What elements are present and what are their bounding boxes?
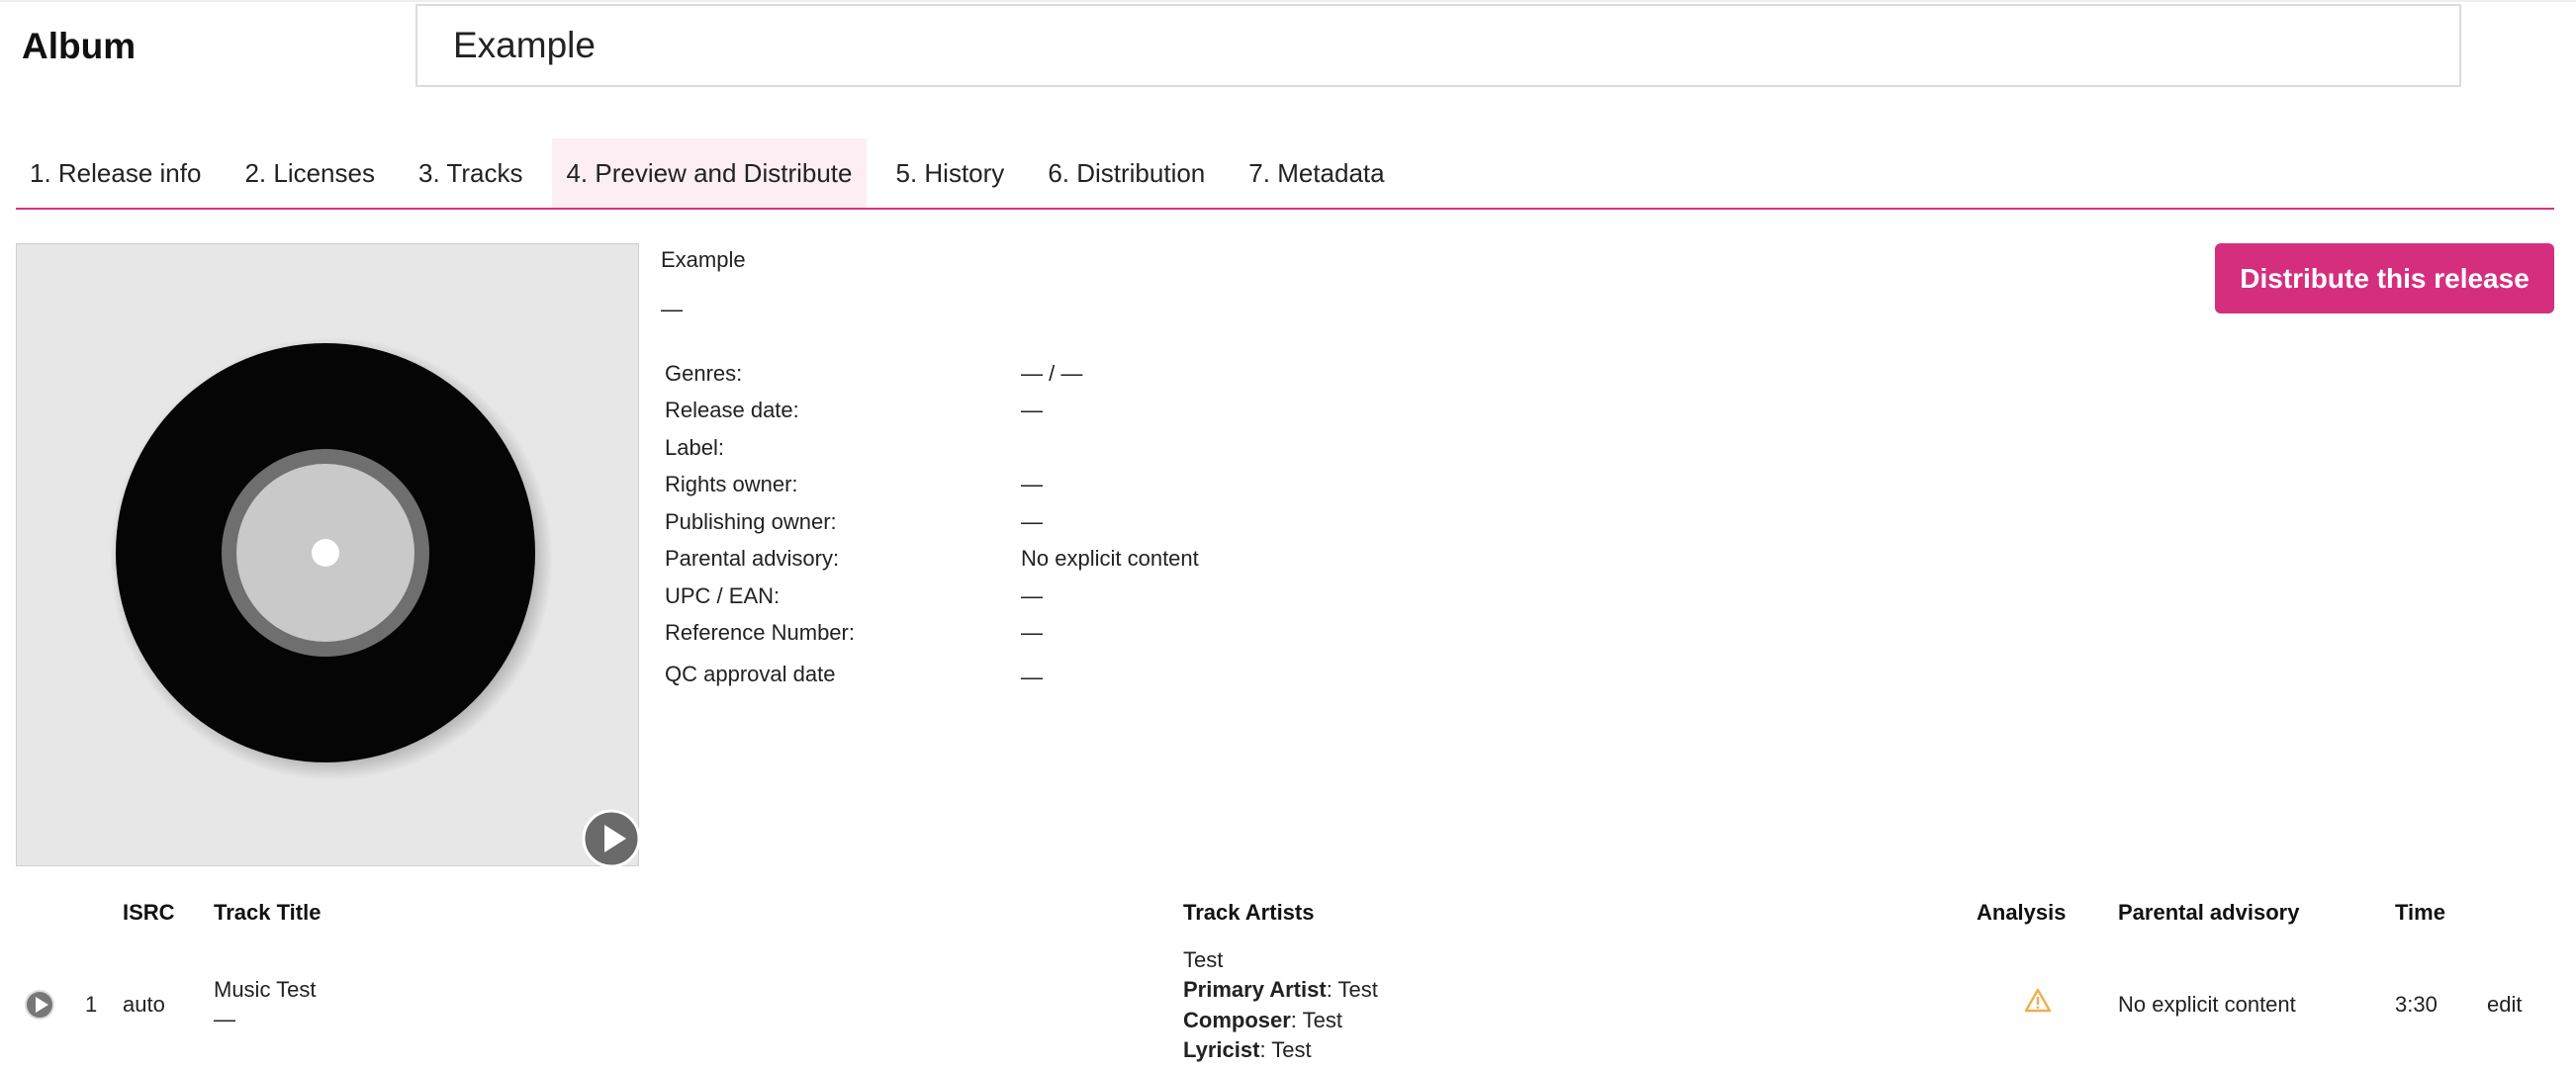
- release-artist: —: [661, 297, 683, 321]
- column-header-time: Time: [2395, 900, 2445, 925]
- album-cover: [16, 243, 639, 866]
- genres-value: — / —: [1021, 361, 1083, 386]
- warning-icon: [2024, 988, 2052, 1013]
- tab-history[interactable]: 5. History: [882, 138, 1019, 208]
- column-header-track-artists: Track Artists: [1183, 900, 1315, 925]
- track-number: 1: [85, 992, 98, 1017]
- column-header-track-title: Track Title: [214, 900, 322, 925]
- column-header-isrc: ISRC: [123, 900, 175, 925]
- publishing-owner-label: Publishing owner:: [665, 509, 837, 534]
- tab-preview-and-distribute[interactable]: 4. Preview and Distribute: [552, 138, 867, 208]
- track-artist-name: Test: [1183, 947, 1224, 972]
- track-edit-link[interactable]: edit: [2487, 992, 2522, 1018]
- cover-play-icon[interactable]: [582, 809, 641, 868]
- rights-owner-value: —: [1021, 472, 1043, 496]
- qc-approval-date-label: QC approval date: [665, 662, 836, 686]
- track-title: Music Test: [214, 977, 317, 1002]
- parental-advisory-label: Parental advisory:: [665, 546, 840, 571]
- tab-metadata[interactable]: 7. Metadata: [1235, 138, 1398, 208]
- column-header-parental-advisory: Parental advisory: [2118, 900, 2300, 925]
- release-date-label: Release date:: [665, 398, 799, 422]
- track-artist-role: Primary Artist: Test: [1183, 977, 1378, 1002]
- publishing-owner-value: —: [1021, 509, 1043, 534]
- tab-licenses[interactable]: 2. Licenses: [230, 138, 389, 208]
- distribute-release-button[interactable]: Distribute this release: [2215, 243, 2554, 313]
- tab-distribution[interactable]: 6. Distribution: [1034, 138, 1219, 208]
- tab-release-info[interactable]: 1. Release info: [16, 138, 215, 208]
- tab-tracks[interactable]: 3. Tracks: [405, 138, 536, 208]
- upc-ean-value: —: [1021, 583, 1043, 608]
- label-label: Label:: [665, 435, 724, 460]
- track-subtitle: —: [214, 1007, 235, 1031]
- track-isrc: auto: [123, 992, 165, 1017]
- release-date-value: —: [1021, 398, 1043, 422]
- track-parental-advisory: No explicit content: [2118, 992, 2296, 1017]
- reference-number-value: —: [1021, 620, 1043, 645]
- tabs-underline: [16, 208, 2554, 210]
- column-header-analysis: Analysis: [1977, 900, 2067, 925]
- upc-ean-label: UPC / EAN:: [665, 583, 781, 608]
- vinyl-record-icon: [110, 337, 553, 780]
- page-heading: Album: [22, 26, 137, 66]
- release-name: Example: [661, 247, 746, 272]
- parental-advisory-value: No explicit content: [1021, 546, 1199, 571]
- album-title-input[interactable]: [415, 4, 2461, 87]
- track-time: 3:30: [2395, 992, 2438, 1017]
- qc-approval-date-value: —: [1021, 665, 1043, 689]
- track-artist-role: Lyricist: Test: [1183, 1037, 1312, 1062]
- tab-bar: 1. Release info 2. Licenses 3. Tracks 4.…: [16, 138, 1415, 208]
- genres-label: Genres:: [665, 361, 743, 386]
- rights-owner-label: Rights owner:: [665, 472, 798, 496]
- reference-number-label: Reference Number:: [665, 620, 855, 645]
- track-artist-role: Composer: Test: [1183, 1008, 1342, 1032]
- top-divider: [0, 0, 2576, 2]
- track-play-icon[interactable]: [24, 989, 55, 1021]
